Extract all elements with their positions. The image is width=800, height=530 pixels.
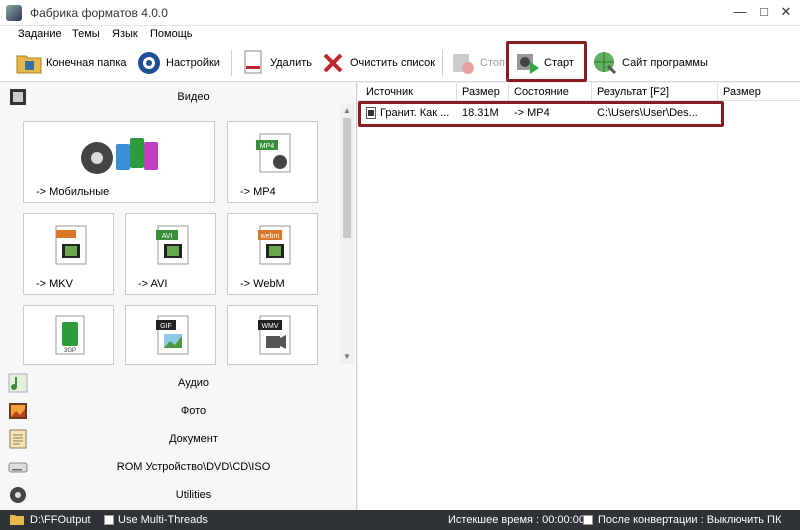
- stop-icon: [450, 50, 476, 76]
- col-size[interactable]: Размер: [462, 86, 500, 98]
- after-convert-label: После конвертации : Выключить ПК: [598, 514, 782, 526]
- list-header: Источник Размер Состояние Результат [F2]…: [358, 83, 800, 101]
- category-rom[interactable]: ROM Устройство\DVD\CD\ISO: [0, 453, 357, 480]
- window-title: Фабрика форматов 4.0.0: [30, 6, 168, 20]
- column-divider[interactable]: [456, 83, 457, 101]
- column-divider[interactable]: [717, 83, 718, 101]
- wmv-badge: WMV: [261, 323, 278, 330]
- scroll-down-arrow-icon[interactable]: ▼: [340, 350, 354, 364]
- col-status[interactable]: Состояние: [514, 86, 569, 98]
- website-button[interactable]: Сайт программы: [592, 49, 708, 77]
- tile-mp4[interactable]: MP4 -> MP4: [227, 121, 318, 203]
- menu-task[interactable]: Задание: [18, 28, 62, 40]
- gif-file-icon: GIF: [152, 314, 192, 361]
- app-icon: [6, 5, 22, 21]
- tile-mobile[interactable]: -> Мобильные: [23, 121, 215, 203]
- folder-icon: [16, 50, 42, 76]
- menu-bar: Задание Темы Язык Помощь: [0, 26, 800, 44]
- stop-button[interactable]: Стоп: [450, 49, 505, 77]
- photo-icon: [8, 401, 28, 421]
- scroll-up-arrow-icon[interactable]: ▲: [340, 104, 354, 118]
- clear-icon: [320, 50, 346, 76]
- gif-badge: GIF: [160, 323, 172, 330]
- clear-list-button[interactable]: Очистить список: [320, 49, 435, 77]
- delete-icon: [240, 50, 266, 76]
- avi-file-icon: AVI: [152, 224, 192, 271]
- toolbar-separator: [231, 50, 232, 76]
- toolbar: Конечная папка Настройки Удалить Очистит…: [0, 44, 800, 82]
- category-audio[interactable]: Аудио: [0, 369, 357, 396]
- webm-badge: webm: [260, 233, 280, 240]
- 3gp-file-icon: 3GP: [52, 314, 88, 361]
- music-note-icon: [8, 373, 28, 393]
- settings-button[interactable]: Настройки: [136, 49, 220, 77]
- col-source[interactable]: Источник: [366, 86, 413, 98]
- multithread-label: Use Multi-Threads: [118, 514, 208, 526]
- col-result-size[interactable]: Размер: [723, 86, 761, 98]
- webm-file-icon: webm: [254, 224, 294, 271]
- task-list: Источник Размер Состояние Результат [F2]…: [358, 83, 800, 510]
- mkv-file-icon: [50, 224, 90, 271]
- close-button[interactable]: ✕: [776, 3, 796, 21]
- col-result[interactable]: Результат [F2]: [597, 86, 669, 98]
- tile-mkv[interactable]: -> MKV: [23, 213, 114, 295]
- globe-icon: [592, 50, 618, 76]
- start-button-highlight: [506, 41, 587, 82]
- scroll-thumb[interactable]: [343, 118, 351, 238]
- document-icon: [8, 429, 28, 449]
- task-row-highlight: [358, 101, 724, 127]
- category-photo[interactable]: Фото: [0, 397, 357, 424]
- toolbar-separator: [442, 50, 443, 76]
- output-folder-path[interactable]: D:\FFOutput: [30, 514, 91, 526]
- wmv-file-icon: WMV: [254, 314, 294, 361]
- tiles-scrollbar[interactable]: ▲ ▼: [340, 104, 354, 364]
- tile-wmv[interactable]: WMV: [227, 305, 318, 365]
- output-folder-icon: [10, 513, 24, 528]
- 3gp-badge: 3GP: [64, 348, 76, 354]
- status-bar: D:\FFOutput Use Multi-Threads Истекшее в…: [0, 510, 800, 530]
- avi-badge: AVI: [162, 233, 173, 240]
- shutdown-checkbox[interactable]: [583, 515, 593, 525]
- category-document[interactable]: Документ: [0, 425, 357, 452]
- multithread-checkbox[interactable]: [104, 515, 114, 525]
- mp4-file-icon: MP4: [254, 132, 294, 179]
- menu-help[interactable]: Помощь: [150, 28, 193, 40]
- mp4-badge: MP4: [260, 143, 275, 150]
- output-folder-button[interactable]: Конечная папка: [16, 49, 127, 77]
- mobile-devices-icon: [80, 130, 160, 181]
- tile-3gp[interactable]: 3GP: [23, 305, 114, 365]
- category-utilities[interactable]: Utilities: [0, 481, 357, 508]
- disc-drive-icon: [8, 457, 28, 477]
- category-panel: Видео -> Мобильные MP4 -> MP4 -> MKV AVI…: [0, 83, 357, 510]
- minimize-button[interactable]: —: [730, 3, 750, 21]
- elapsed-time: Истекшее время : 00:00:00: [448, 514, 585, 526]
- delete-button[interactable]: Удалить: [240, 49, 312, 77]
- title-bar: Фабрика форматов 4.0.0 — □ ✕: [0, 0, 800, 26]
- column-divider[interactable]: [591, 83, 592, 101]
- menu-language[interactable]: Язык: [112, 28, 138, 40]
- film-icon: [8, 87, 28, 107]
- gear-icon: [136, 50, 162, 76]
- utilities-gear-icon: [8, 485, 28, 505]
- tile-webm[interactable]: webm -> WebM: [227, 213, 318, 295]
- column-divider[interactable]: [508, 83, 509, 101]
- maximize-button[interactable]: □: [754, 3, 774, 21]
- tile-avi[interactable]: AVI -> AVI: [125, 213, 216, 295]
- menu-themes[interactable]: Темы: [72, 28, 100, 40]
- tile-gif[interactable]: GIF: [125, 305, 216, 365]
- category-video[interactable]: Видео: [0, 83, 357, 110]
